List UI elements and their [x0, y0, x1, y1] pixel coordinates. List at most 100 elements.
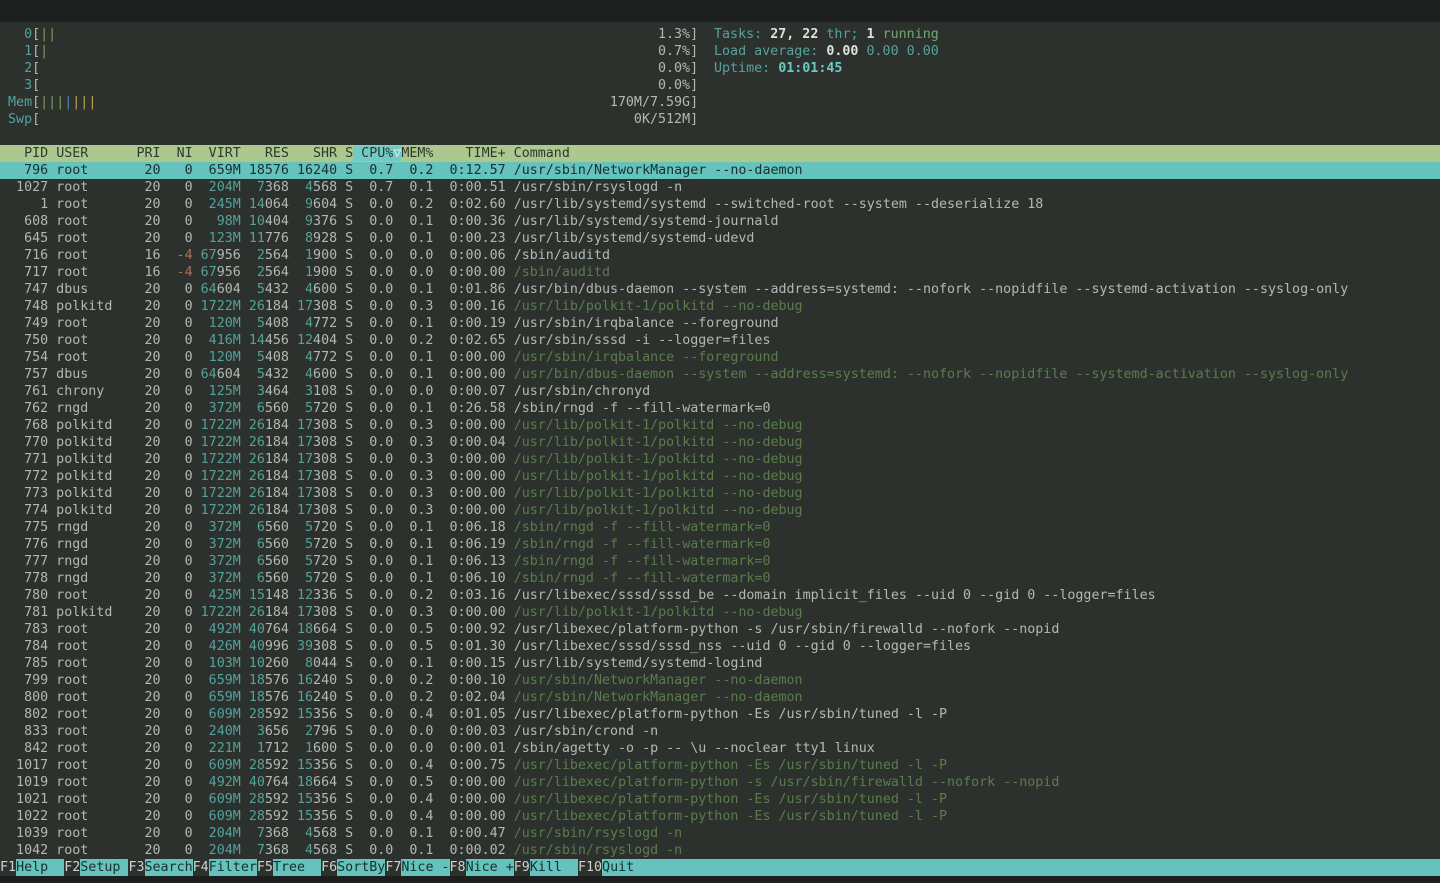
- process-row[interactable]: 748 polkitd 20 0 1722M 26184 17308 S 0.0…: [0, 298, 1440, 315]
- process-row[interactable]: 778 rngd 20 0 372M 6560 5720 S 0.0 0.1 0…: [0, 570, 1440, 587]
- process-row[interactable]: 1017 root 20 0 609M 28592 15356 S 0.0 0.…: [0, 757, 1440, 774]
- process-row[interactable]: 785 root 20 0 103M 10260 8044 S 0.0 0.1 …: [0, 655, 1440, 672]
- mem-value: 604: [217, 282, 241, 297]
- process-row[interactable]: 771 polkitd 20 0 1722M 26184 17308 S 0.0…: [0, 451, 1440, 468]
- fkey-f10-quit[interactable]: F10Quit: [578, 859, 1440, 876]
- state-cell: S: [337, 503, 353, 518]
- mem-value: 16: [297, 673, 313, 688]
- time-cell: 0:00.00: [433, 265, 505, 280]
- process-row[interactable]: 717 root 16 -4 67956 2564 1900 S 0.0 0.0…: [0, 264, 1440, 281]
- process-row[interactable]: 773 polkitd 20 0 1722M 26184 17308 S 0.0…: [0, 485, 1440, 502]
- process-row[interactable]: 781 polkitd 20 0 1722M 26184 17308 S 0.0…: [0, 604, 1440, 621]
- process-row[interactable]: 645 root 20 0 123M 11776 8928 S 0.0 0.1 …: [0, 230, 1440, 247]
- process-row[interactable]: 777 rngd 20 0 372M 6560 5720 S 0.0 0.1 0…: [0, 553, 1440, 570]
- mem-percent-cell: 0.0: [401, 724, 433, 739]
- column-header-s[interactable]: S: [337, 146, 353, 161]
- mem-value: 5: [305, 554, 313, 569]
- process-row[interactable]: 768 polkitd 20 0 1722M 26184 17308 S 0.0…: [0, 417, 1440, 434]
- mem-value: [193, 537, 209, 552]
- mem-value: [241, 282, 257, 297]
- column-header-time[interactable]: TIME+: [433, 146, 505, 161]
- fkey-f5-tree[interactable]: F5Tree: [257, 859, 321, 876]
- column-header-cpu[interactable]: CPU%: [353, 146, 393, 161]
- column-header-ni[interactable]: NI: [161, 146, 193, 161]
- process-row[interactable]: 802 root 20 0 609M 28592 15356 S 0.0 0.4…: [0, 706, 1440, 723]
- process-row[interactable]: 842 root 20 0 221M 1712 1600 S 0.0 0.0 0…: [0, 740, 1440, 757]
- mem-value: 956: [217, 265, 241, 280]
- priority-cell: 20: [136, 367, 160, 382]
- command-cell: /usr/libexec/platform-python -Es /usr/sb…: [514, 758, 947, 773]
- process-row[interactable]: 799 root 20 0 659M 18576 16240 S 0.0 0.2…: [0, 672, 1440, 689]
- mem-value: 12: [297, 333, 313, 348]
- state-cell: S: [337, 452, 353, 467]
- column-header-pri[interactable]: PRI: [136, 146, 160, 161]
- time-cell: 0:00.19: [433, 316, 505, 331]
- state-cell: S: [337, 435, 353, 450]
- mem-value: [193, 520, 209, 535]
- process-row[interactable]: 750 root 20 0 416M 14456 12404 S 0.0 0.2…: [0, 332, 1440, 349]
- meter-label: Swp: [0, 112, 32, 127]
- process-row[interactable]: 1022 root 20 0 609M 28592 15356 S 0.0 0.…: [0, 808, 1440, 825]
- process-row[interactable]: 1 root 20 0 245M 14064 9604 S 0.0 0.2 0:…: [0, 196, 1440, 213]
- command-cell: /sbin/rngd -f --fill-watermark=0: [514, 571, 771, 586]
- process-row[interactable]: 783 root 20 0 492M 40764 18664 S 0.0 0.5…: [0, 621, 1440, 638]
- column-header-user[interactable]: USER: [56, 146, 128, 161]
- mem-value: 659M: [209, 690, 241, 705]
- mem-value: 17: [297, 435, 313, 450]
- fkey-f8-nice[interactable]: F8Nice +: [450, 859, 514, 876]
- mem-percent-cell: 0.3: [401, 503, 433, 518]
- process-row[interactable]: 833 root 20 0 240M 3656 2796 S 0.0 0.0 0…: [0, 723, 1440, 740]
- column-header-mem[interactable]: MEM%: [401, 146, 433, 161]
- mem-value: 184: [265, 299, 289, 314]
- priority-cell: 20: [136, 452, 160, 467]
- fkey-f2-setup[interactable]: F2Setup: [64, 859, 128, 876]
- fkey-f1-help[interactable]: F1Help: [0, 859, 64, 876]
- process-row[interactable]: 761 chrony 20 0 125M 3464 3108 S 0.0 0.0…: [0, 383, 1440, 400]
- command-cell: /usr/lib/polkit-1/polkitd --no-debug: [514, 605, 803, 620]
- fkey-f7-nice[interactable]: F7Nice -: [385, 859, 449, 876]
- priority-cell: 20: [136, 435, 160, 450]
- time-cell: 0:06.13: [433, 554, 505, 569]
- fkey-f6-sortby[interactable]: F6SortBy: [321, 859, 385, 876]
- mem-value: [193, 384, 209, 399]
- process-row[interactable]: 774 polkitd 20 0 1722M 26184 17308 S 0.0…: [0, 502, 1440, 519]
- column-header-pid[interactable]: PID: [8, 146, 48, 161]
- mem-value: 64: [201, 367, 217, 382]
- process-row[interactable]: 1019 root 20 0 492M 40764 18664 S 0.0 0.…: [0, 774, 1440, 791]
- mem-percent-cell: 0.1: [401, 316, 433, 331]
- time-cell: 0:00.00: [433, 469, 505, 484]
- process-row[interactable]: 1027 root 20 0 204M 7368 4568 S 0.7 0.1 …: [0, 179, 1440, 196]
- state-cell: S: [337, 401, 353, 416]
- mem-value: [289, 758, 297, 773]
- fkey-f9-kill[interactable]: F9Kill: [514, 859, 578, 876]
- cpu-percent-cell: 0.0: [353, 316, 393, 331]
- command-cell: /usr/sbin/rsyslogd -n: [514, 826, 683, 841]
- process-row[interactable]: 796 root 20 0 659M 18576 16240 S 0.7 0.2…: [0, 162, 1440, 179]
- process-row[interactable]: 770 polkitd 20 0 1722M 26184 17308 S 0.0…: [0, 434, 1440, 451]
- process-row[interactable]: 1021 root 20 0 609M 28592 15356 S 0.0 0.…: [0, 791, 1440, 808]
- fkey-f3-search[interactable]: F3Search: [128, 859, 192, 876]
- process-row[interactable]: 747 dbus 20 0 64604 5432 4600 S 0.0 0.1 …: [0, 281, 1440, 298]
- cpu-percent-cell: 0.0: [353, 537, 393, 552]
- process-row[interactable]: 776 rngd 20 0 372M 6560 5720 S 0.0 0.1 0…: [0, 536, 1440, 553]
- mem-value: 4: [305, 282, 313, 297]
- process-row[interactable]: 775 rngd 20 0 372M 6560 5720 S 0.0 0.1 0…: [0, 519, 1440, 536]
- process-row[interactable]: 749 root 20 0 120M 5408 4772 S 0.0 0.1 0…: [0, 315, 1440, 332]
- column-header-shr[interactable]: SHR: [289, 146, 337, 161]
- column-header-res[interactable]: RES: [241, 146, 289, 161]
- process-row[interactable]: 762 rngd 20 0 372M 6560 5720 S 0.0 0.1 0…: [0, 400, 1440, 417]
- process-row[interactable]: 1039 root 20 0 204M 7368 4568 S 0.0 0.1 …: [0, 825, 1440, 842]
- column-header-command[interactable]: Command: [514, 146, 570, 161]
- process-row[interactable]: 772 polkitd 20 0 1722M 26184 17308 S 0.0…: [0, 468, 1440, 485]
- fkey-f4-filter[interactable]: F4Filter: [193, 859, 257, 876]
- process-row[interactable]: 757 dbus 20 0 64604 5432 4600 S 0.0 0.1 …: [0, 366, 1440, 383]
- process-row[interactable]: 780 root 20 0 425M 15148 12336 S 0.0 0.2…: [0, 587, 1440, 604]
- process-row[interactable]: 800 root 20 0 659M 18576 16240 S 0.0 0.2…: [0, 689, 1440, 706]
- process-row[interactable]: 716 root 16 -4 67956 2564 1900 S 0.0 0.0…: [0, 247, 1440, 264]
- process-row[interactable]: 1042 root 20 0 204M 7368 4568 S 0.0 0.1 …: [0, 842, 1440, 859]
- column-header-virt[interactable]: VIRT: [193, 146, 241, 161]
- process-row[interactable]: 784 root 20 0 426M 40996 39308 S 0.0 0.5…: [0, 638, 1440, 655]
- meter-bracket-open: [: [32, 112, 40, 127]
- process-row[interactable]: 754 root 20 0 120M 5408 4772 S 0.0 0.1 0…: [0, 349, 1440, 366]
- process-row[interactable]: 608 root 20 0 98M 10404 9376 S 0.0 0.1 0…: [0, 213, 1440, 230]
